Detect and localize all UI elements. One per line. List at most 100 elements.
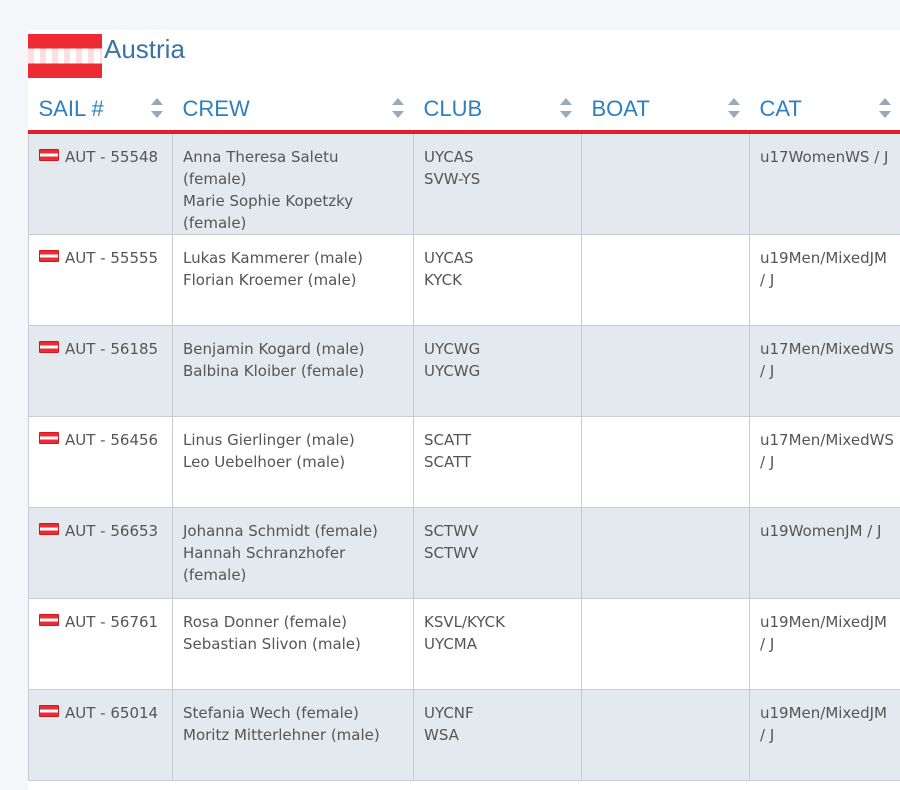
cell-crew: Benjamin Kogard (male) Balbina Kloiber (f… (172, 325, 414, 417)
cell-crew: Lukas Kammerer (male) Florian Kroemer (ma… (172, 234, 414, 326)
cell-cat: u19Men/MixedJM / J (749, 689, 900, 781)
cell-boat (581, 507, 750, 599)
cell-boat (581, 598, 750, 690)
cell-sail: AUT - 56653 (28, 507, 173, 599)
cell-boat (581, 325, 750, 417)
sort-icon[interactable] (150, 98, 163, 118)
table-row: AUT - 56456 Linus Gierlinger (male) Leo Ue… (28, 416, 900, 508)
sort-icon[interactable] (878, 98, 891, 118)
country-heading: Austria (28, 34, 428, 94)
crew-member: Lukas Kammerer (male) (183, 249, 363, 267)
category: u19Men/MixedJM / J (760, 613, 887, 653)
table-row: AUT - 65014 Stefania Wech (female) Moritz … (28, 689, 900, 781)
austria-flag-icon (39, 250, 59, 262)
austria-flag-icon (39, 523, 59, 535)
club-code: UYCAS (424, 249, 474, 267)
austria-flag-icon (28, 34, 102, 78)
cell-sail: AUT - 55548 (28, 132, 173, 235)
cell-club: SCATT SCATT (413, 416, 582, 508)
category: u19Men/MixedJM / J (760, 249, 887, 289)
sail-number: AUT - 55548 (65, 148, 159, 166)
column-header-boat[interactable]: BOAT (581, 88, 750, 134)
sail-number: AUT - 56653 (65, 522, 159, 540)
column-header-label: CLUB (423, 96, 483, 121)
sort-icon[interactable] (727, 98, 740, 118)
cell-cat: u17Men/MixedWS / J (749, 325, 900, 417)
cell-cat: u17Men/MixedWS / J (749, 416, 900, 508)
cell-club: SCTWV SCTWV (413, 507, 582, 599)
column-header-crew[interactable]: CREW (172, 88, 414, 134)
cell-crew: Anna Theresa Saletu (female) Marie Sophie… (172, 132, 414, 235)
table-row: AUT - 55555 Lukas Kammerer (male) Florian … (28, 234, 900, 326)
cell-cat: u19WomenJM / J (749, 507, 900, 599)
club-code: WSA (424, 726, 459, 744)
cell-boat (581, 689, 750, 781)
cell-club: UYCNF WSA (413, 689, 582, 781)
club-code: UYCWG (424, 362, 481, 380)
sort-icon[interactable] (559, 98, 572, 118)
cell-crew: Rosa Donner (female) Sebastian Slivon (ma… (172, 598, 414, 690)
crew-member: Rosa Donner (female) (183, 613, 348, 631)
column-header-cat[interactable]: CAT (749, 88, 900, 134)
crew-member: Hannah Schranzhofer (female) (183, 544, 346, 584)
cell-boat (581, 416, 750, 508)
crew-member: Johanna Schmidt (female) (183, 522, 378, 540)
club-code: UYCNF (424, 704, 474, 722)
table-row: AUT - 56761 Rosa Donner (female) Sebastian… (28, 598, 900, 690)
club-code: SCATT (424, 453, 472, 471)
table-row: AUT - 55548 Anna Theresa Saletu (female) M… (28, 132, 900, 235)
cell-crew: Johanna Schmidt (female) Hannah Schranzho… (172, 507, 414, 599)
category: u17Men/MixedWS / J (760, 431, 894, 471)
cell-crew: Linus Gierlinger (male) Leo Uebelhoer (ma… (172, 416, 414, 508)
crew-member: Linus Gierlinger (male) (183, 431, 355, 449)
cell-crew: Stefania Wech (female) Moritz Mitterlehne… (172, 689, 414, 781)
crew-member: Marie Sophie Kopetzky (female) (183, 192, 354, 232)
crew-member: Florian Kroemer (male) (183, 271, 357, 289)
column-header-club[interactable]: CLUB (413, 88, 582, 134)
cell-cat: u19Men/MixedJM / J (749, 598, 900, 690)
sail-number: AUT - 55555 (65, 249, 159, 267)
club-code: UYCAS (424, 148, 474, 166)
country-panel: Austria SAIL # CREW CLUB BOAT CAT AUT - … (28, 30, 900, 790)
club-code: KSVL/KYCK (424, 613, 505, 631)
country-name: Austria (104, 34, 185, 64)
table-row: AUT - 56653 Johanna Schmidt (female) Hanna… (28, 507, 900, 599)
austria-flag-icon (39, 614, 59, 626)
sail-number: AUT - 56761 (65, 613, 159, 631)
sail-number: AUT - 65014 (65, 704, 159, 722)
club-code: SCATT (424, 431, 472, 449)
club-code: KYCK (424, 271, 462, 289)
club-code: SCTWV (424, 544, 479, 562)
club-code: UYCMA (424, 635, 477, 653)
category: u17WomenWS / J (760, 148, 889, 166)
crew-member: Leo Uebelhoer (male) (183, 453, 346, 471)
club-code: UYCWG (424, 340, 481, 358)
crew-member: Balbina Kloiber (female) (183, 362, 365, 380)
column-header-label: CREW (182, 96, 250, 121)
table-row: AUT - 56185 Benjamin Kogard (male) Balbina… (28, 325, 900, 417)
club-code: SVW-YS (424, 170, 481, 188)
category: u17Men/MixedWS / J (760, 340, 894, 380)
crew-member: Anna Theresa Saletu (female) (183, 148, 339, 188)
club-code: SCTWV (424, 522, 479, 540)
cell-sail: AUT - 65014 (28, 689, 173, 781)
cell-boat (581, 234, 750, 326)
cell-boat (581, 132, 750, 235)
cell-sail: AUT - 56456 (28, 416, 173, 508)
cell-cat: u17WomenWS / J (749, 132, 900, 235)
cell-cat: u19Men/MixedJM / J (749, 234, 900, 326)
austria-flag-icon (39, 705, 59, 717)
cell-sail: AUT - 56185 (28, 325, 173, 417)
sort-icon[interactable] (391, 98, 404, 118)
cell-club: UYCWG UYCWG (413, 325, 582, 417)
cell-club: KSVL/KYCK UYCMA (413, 598, 582, 690)
cell-club: UYCAS KYCK (413, 234, 582, 326)
column-header-sail[interactable]: SAIL # (28, 88, 173, 134)
sail-number: AUT - 56185 (65, 340, 159, 358)
austria-flag-icon (39, 341, 59, 353)
cell-sail: AUT - 55555 (28, 234, 173, 326)
cell-sail: AUT - 56761 (28, 598, 173, 690)
cell-club: UYCAS SVW-YS (413, 132, 582, 235)
column-header-label: CAT (759, 96, 802, 121)
table-header-row: SAIL # CREW CLUB BOAT CAT (28, 88, 900, 134)
